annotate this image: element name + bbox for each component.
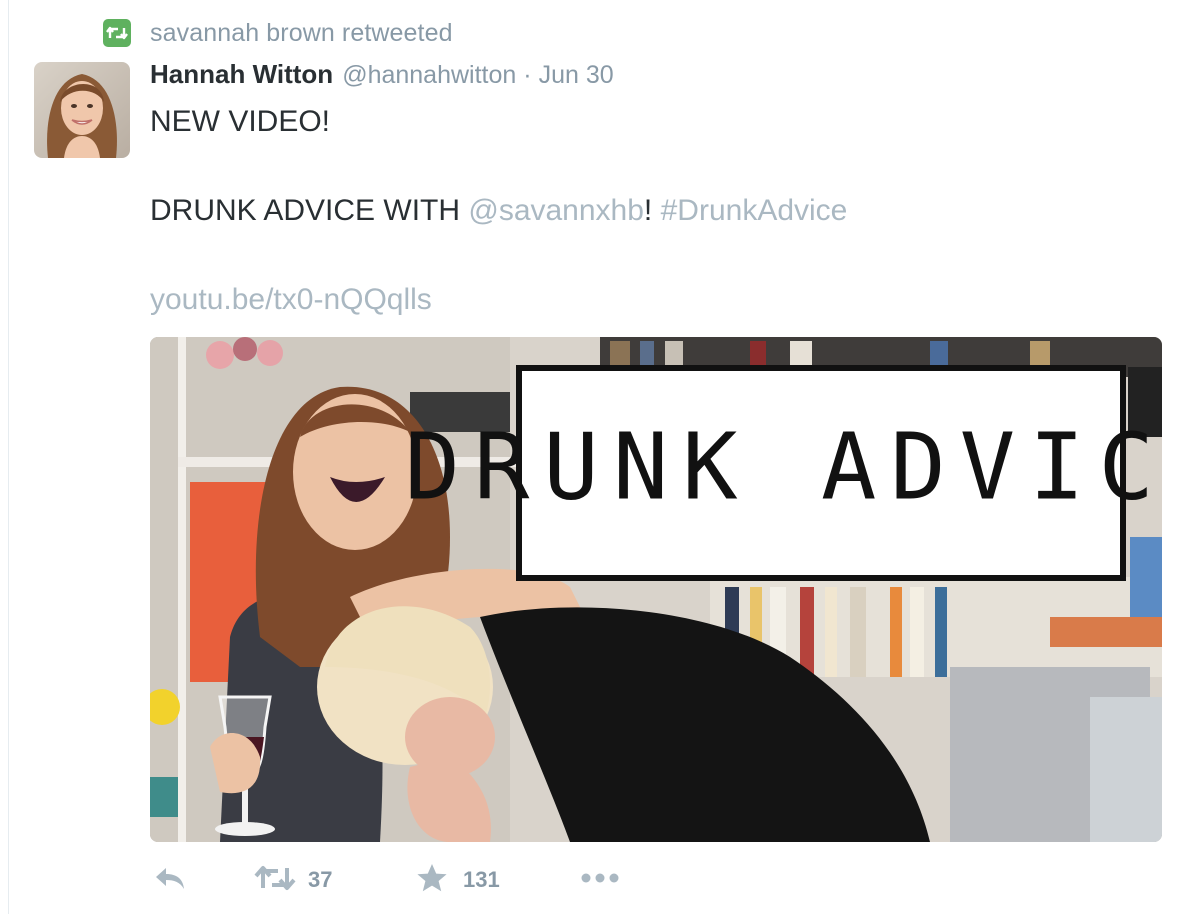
avatar[interactable] (34, 62, 130, 158)
favorite-button[interactable]: 131 (416, 860, 500, 900)
exclamation-text: ! (643, 194, 653, 227)
media-preview[interactable]: DRUNK ADVICE (150, 337, 1162, 842)
retweet-badge-icon (103, 19, 131, 47)
tweet-actions: 37 131 (150, 860, 750, 900)
spacer-text (652, 194, 660, 227)
tweet[interactable]: savannah brown retweeted Hannah Witton @… (0, 0, 1178, 914)
retweet-icon (254, 864, 296, 897)
more-icon (580, 871, 620, 889)
more-button[interactable] (580, 860, 620, 900)
retweet-count: 37 (308, 867, 333, 892)
retweet-context[interactable]: savannah brown retweeted (103, 18, 453, 48)
video-link[interactable]: youtu.be/tx0-nQQqlls (150, 278, 1160, 322)
reply-button[interactable] (152, 860, 186, 900)
tweet-line-2: DRUNK ADVICE WITH @savannxhb! #DrunkAdvi… (150, 189, 1160, 233)
favorite-count: 131 (463, 867, 500, 892)
tweet-timestamp[interactable]: Jun 30 (539, 61, 614, 90)
reply-icon (152, 864, 186, 897)
star-icon (416, 863, 448, 898)
retweeted-by-text[interactable]: savannah brown retweeted (150, 19, 453, 48)
tweet-line-2-text: DRUNK ADVICE WITH (150, 194, 469, 227)
thumbnail-title-text: DRUNK ADVICE (405, 413, 1162, 520)
hashtag-link[interactable]: #DrunkAdvice (661, 194, 848, 227)
tweet-text: NEW VIDEO! DRUNK ADVICE WITH @savannxhb!… (150, 100, 1160, 322)
tweet-line-1: NEW VIDEO! (150, 105, 331, 138)
video-thumbnail-image: DRUNK ADVICE (150, 337, 1162, 842)
author-name[interactable]: Hannah Witton (150, 59, 333, 90)
tweet-header: Hannah Witton @hannahwitton · Jun 30 (150, 59, 614, 95)
header-separator: · (523, 61, 532, 89)
retweet-button[interactable]: 37 (254, 860, 332, 900)
mention-link[interactable]: @savannxhb (468, 194, 644, 227)
author-handle[interactable]: @hannahwitton (342, 61, 516, 90)
